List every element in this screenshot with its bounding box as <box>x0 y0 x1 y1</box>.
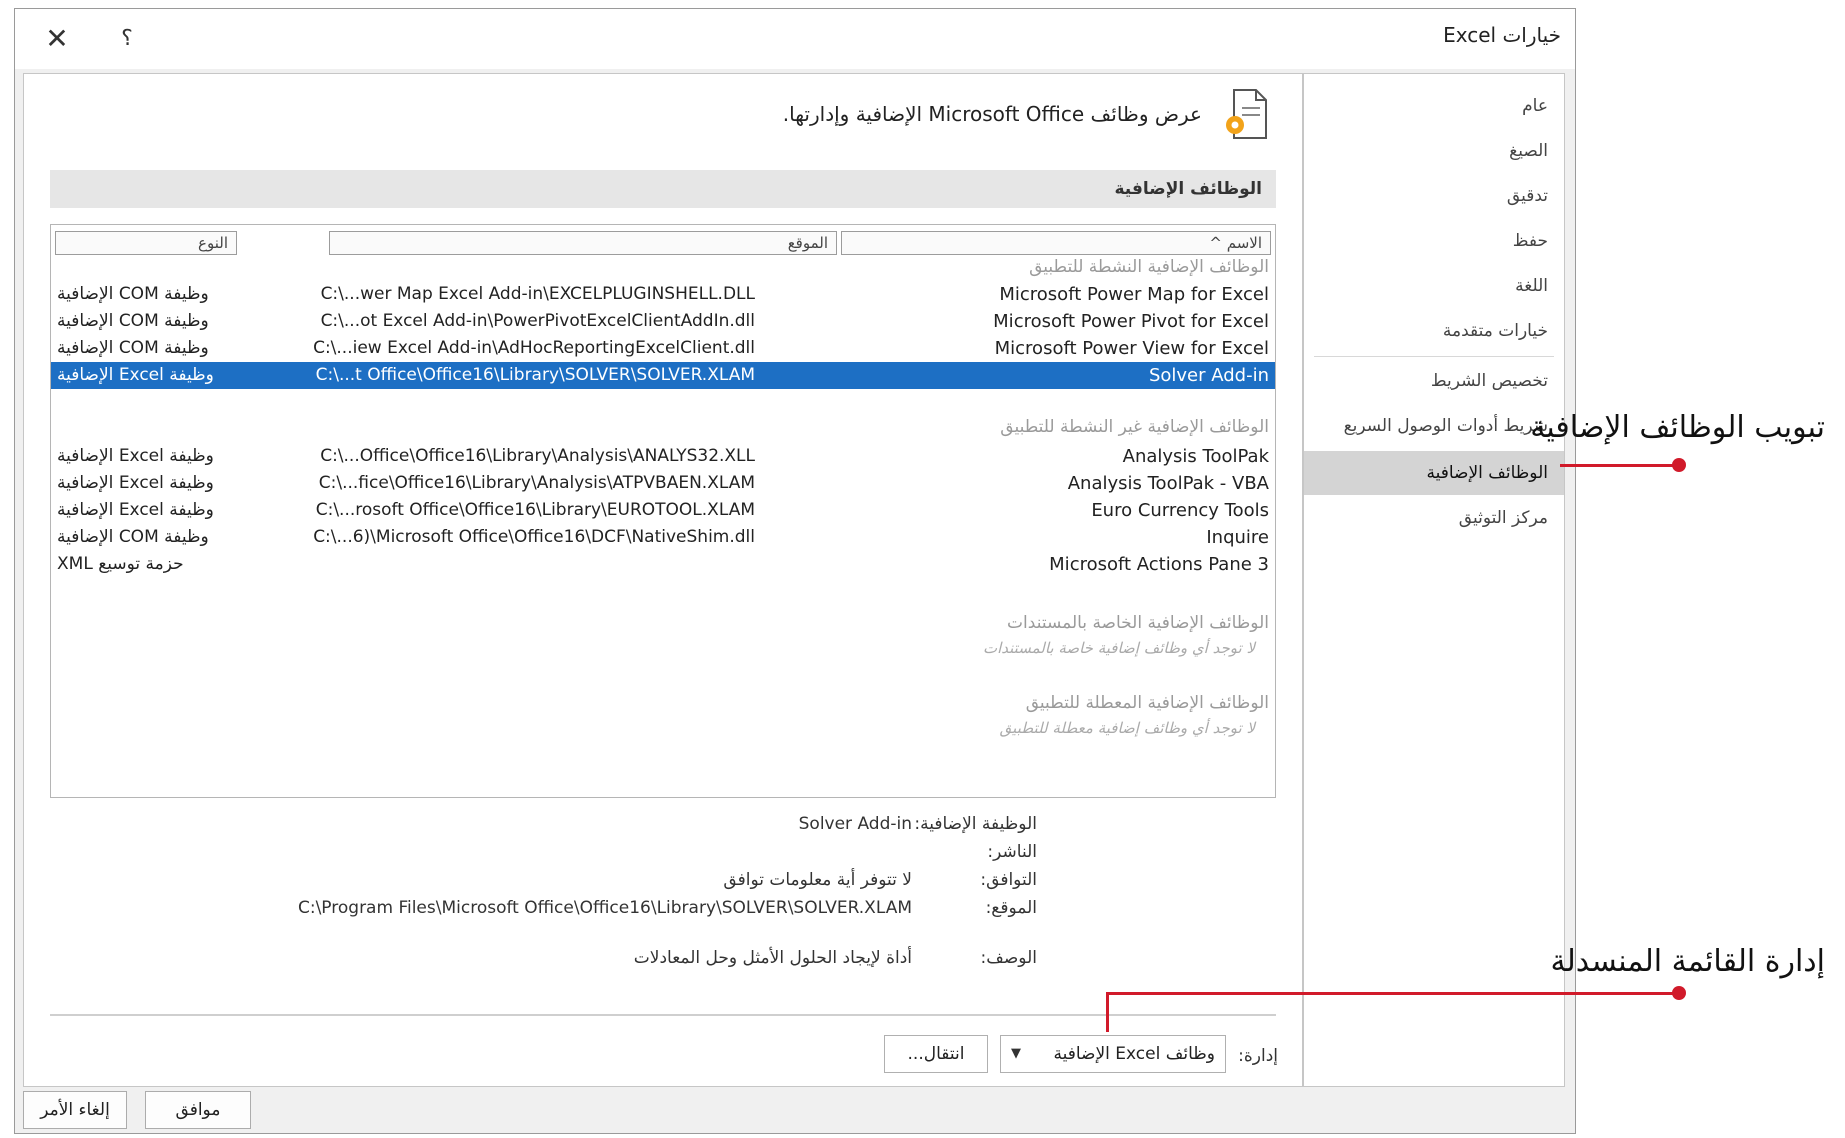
options-nav: عام الصيغ تدقيق حفظ اللغة خيارات متقدمة … <box>1303 73 1565 1087</box>
addin-location: C:\...ot Excel Add-in\PowerPivotExcelCli… <box>320 311 755 331</box>
callout-text-addins-tab: تبويب الوظائف الإضافية <box>1530 410 1825 445</box>
callout-line-manage <box>1106 992 1678 995</box>
addin-type: وظيفة COM الإضافية <box>57 338 209 358</box>
go-button[interactable]: انتقال... <box>884 1035 988 1073</box>
addin-name: Microsoft Actions Pane 3 <box>1049 554 1269 575</box>
addins-gear-icon <box>1222 88 1268 144</box>
nav-item-customize-ribbon[interactable]: تخصيص الشريط <box>1304 361 1564 401</box>
detail-label-compatibility: التوافق: <box>980 870 1037 890</box>
addin-type: وظيفة COM الإضافية <box>57 284 209 304</box>
column-header-name[interactable]: الاسم ^ <box>841 231 1271 255</box>
help-icon[interactable]: ؟ <box>107 19 147 59</box>
addin-location: C:\...fice\Office16\Library\Analysis\ATP… <box>318 473 755 493</box>
group-header-inactive: الوظائف الإضافية غير النشطة للتطبيق <box>1000 417 1269 437</box>
nav-item-save[interactable]: حفظ <box>1304 221 1564 261</box>
chevron-down-icon: ▼ <box>1011 1046 1021 1061</box>
nav-item-addins[interactable]: الوظائف الإضافية <box>1304 451 1564 495</box>
nav-item-trust-center[interactable]: مركز التوثيق <box>1304 498 1564 538</box>
nav-item-advanced[interactable]: خيارات متقدمة <box>1304 311 1564 351</box>
table-row[interactable]: Inquire C:\...6)\Microsoft Office\Office… <box>51 524 1275 551</box>
addin-location: C:\...rosoft Office\Office16\Library\EUR… <box>315 500 755 520</box>
addin-location: C:\...6)\Microsoft Office\Office16\DCF\N… <box>313 527 755 547</box>
group-empty-disabled: لا توجد أي وظائف إضافية معطلة للتطبيق <box>999 719 1255 737</box>
group-empty-document: لا توجد أي وظائف إضافية خاصة بالمستندات <box>982 639 1255 657</box>
addin-type: وظيفة COM الإضافية <box>57 527 209 547</box>
manage-dropdown-value: وظائف Excel الإضافية <box>1053 1044 1215 1064</box>
nav-item-quick-access-toolbar[interactable]: شريط أدوات الوصول السريع <box>1304 406 1564 446</box>
detail-value-compatibility: لا تتوفر أية معلومات توافق <box>723 870 912 890</box>
addin-type: حزمة توسيع XML <box>57 554 184 574</box>
group-header-active: الوظائف الإضافية النشطة للتطبيق <box>1029 257 1269 277</box>
window-title: خيارات Excel <box>1443 23 1561 47</box>
detail-label-addin: الوظيفة الإضافية: <box>914 814 1037 834</box>
detail-label-location: الموقع: <box>985 898 1037 918</box>
divider <box>50 1014 1276 1016</box>
addin-name: Microsoft Power View for Excel <box>994 338 1269 359</box>
callout-line-manage-vertical <box>1106 992 1109 1032</box>
nav-item-general[interactable]: عام <box>1304 86 1564 126</box>
addin-location: C:\...wer Map Excel Add-in\EXCELPLUGINSH… <box>320 284 755 304</box>
addins-panel: عرض وظائف Microsoft Office الإضافية وإدا… <box>23 73 1303 1087</box>
nav-item-formulas[interactable]: الصيغ <box>1304 131 1564 171</box>
cancel-button[interactable]: إلغاء الأمر <box>23 1091 127 1129</box>
table-row-selected[interactable]: Solver Add-in C:\...t Office\Office16\Li… <box>51 362 1275 389</box>
table-row[interactable]: Analysis ToolPak C:\...Office\Office16\L… <box>51 443 1275 470</box>
section-title: الوظائف الإضافية <box>50 170 1276 208</box>
table-row[interactable]: Microsoft Power View for Excel C:\...iew… <box>51 335 1275 362</box>
ok-button[interactable]: موافق <box>145 1091 251 1129</box>
column-header-type[interactable]: النوع <box>55 231 237 255</box>
addin-name: Analysis ToolPak <box>1122 446 1269 467</box>
manage-label: إدارة: <box>1238 1046 1278 1066</box>
addin-name: Euro Currency Tools <box>1091 500 1269 521</box>
addin-name: Analysis ToolPak - VBA <box>1067 473 1269 494</box>
addin-name: Solver Add-in <box>1148 365 1269 386</box>
column-header-location[interactable]: الموقع <box>329 231 837 255</box>
addin-name: Microsoft Power Pivot for Excel <box>993 311 1269 332</box>
callout-dot-addins <box>1672 458 1686 472</box>
addin-location: C:\...Office\Office16\Library\Analysis\A… <box>320 446 755 466</box>
addin-type: وظيفة Excel الإضافية <box>57 365 214 385</box>
table-row[interactable]: Microsoft Power Pivot for Excel C:\...ot… <box>51 308 1275 335</box>
addin-type: وظيفة Excel الإضافية <box>57 500 214 520</box>
detail-label-publisher: الناشر: <box>987 842 1037 862</box>
addins-grid: الاسم ^ الموقع النوع الوظائف الإضافية ال… <box>50 224 1276 798</box>
callout-line-addins <box>1560 464 1678 467</box>
excel-options-dialog: ✕ ؟ خيارات Excel عام الصيغ تدقيق حفظ الل… <box>14 8 1576 1134</box>
detail-label-description: الوصف: <box>980 948 1037 968</box>
addin-type: وظيفة Excel الإضافية <box>57 446 214 466</box>
callout-text-manage-dropdown: إدارة القائمة المنسدلة <box>1550 944 1825 979</box>
addin-location: C:\...iew Excel Add-in\AdHocReportingExc… <box>313 338 755 358</box>
detail-value-description: أداة لإيجاد الحلول الأمثل وحل المعادلات <box>633 948 912 968</box>
table-row[interactable]: Euro Currency Tools C:\...rosoft Office\… <box>51 497 1275 524</box>
addin-type: وظيفة COM الإضافية <box>57 311 209 331</box>
group-header-disabled: الوظائف الإضافية المعطلة للتطبيق <box>1025 693 1269 713</box>
nav-item-proofing[interactable]: تدقيق <box>1304 176 1564 216</box>
addin-type: وظيفة Excel الإضافية <box>57 473 214 493</box>
addin-name: Microsoft Power Map for Excel <box>999 284 1269 305</box>
table-row[interactable]: Analysis ToolPak - VBA C:\...fice\Office… <box>51 470 1275 497</box>
close-icon[interactable]: ✕ <box>37 19 77 59</box>
title-bar: ✕ ؟ خيارات Excel <box>15 9 1575 69</box>
addin-name: Inquire <box>1206 527 1269 548</box>
detail-value-location: C:\Program Files\Microsoft Office\Office… <box>297 898 912 918</box>
detail-value-addin: Solver Add-in <box>798 814 912 834</box>
addin-location: C:\...t Office\Office16\Library\SOLVER\S… <box>315 365 755 385</box>
nav-item-language[interactable]: اللغة <box>1304 266 1564 306</box>
nav-separator <box>1314 356 1554 357</box>
group-header-document: الوظائف الإضافية الخاصة بالمستندات <box>1007 613 1269 633</box>
manage-dropdown[interactable]: وظائف Excel الإضافية ▼ <box>1000 1035 1226 1073</box>
panel-header-text: عرض وظائف Microsoft Office الإضافية وإدا… <box>782 102 1202 126</box>
table-row[interactable]: Microsoft Actions Pane 3 حزمة توسيع XML <box>51 551 1275 578</box>
table-row[interactable]: Microsoft Power Map for Excel C:\...wer … <box>51 281 1275 308</box>
